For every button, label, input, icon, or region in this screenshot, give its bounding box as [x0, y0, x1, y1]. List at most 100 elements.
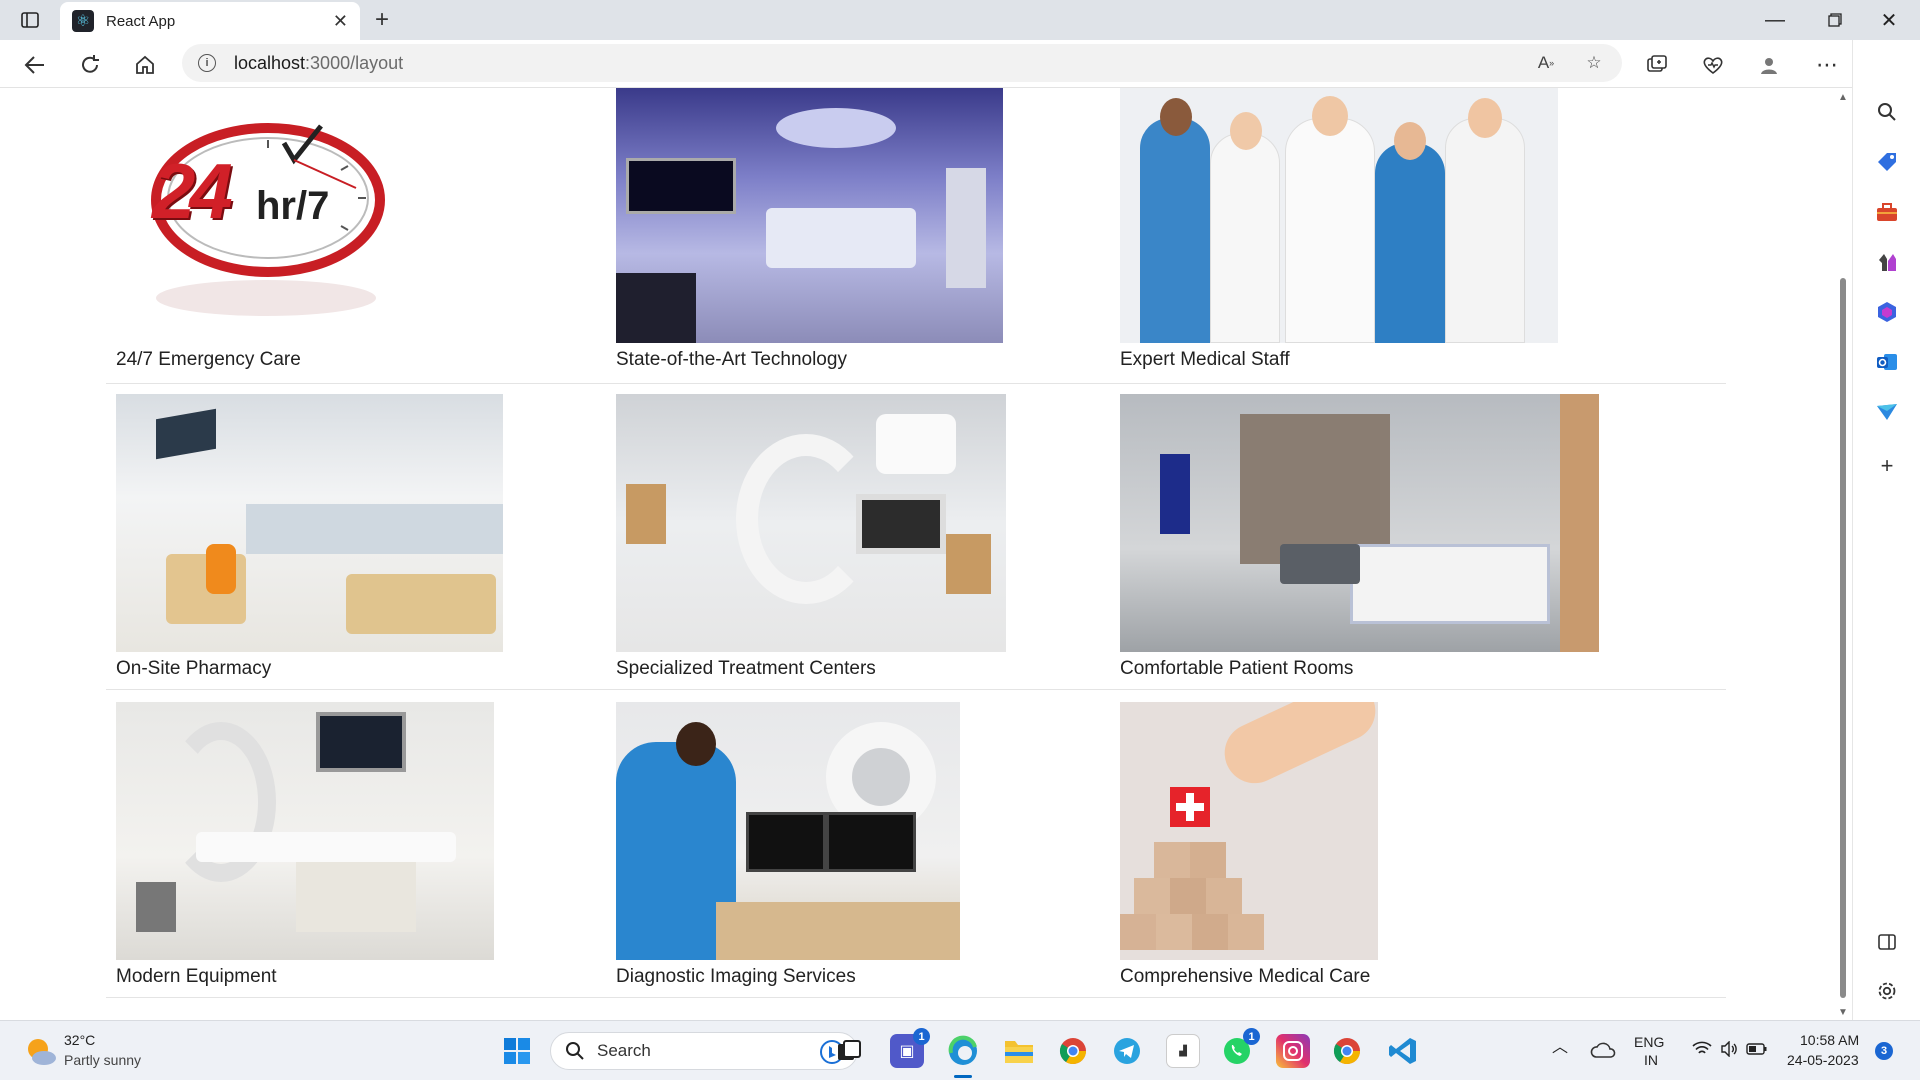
add-sidebar-app-icon[interactable]: + [1873, 452, 1901, 480]
logo-text-24: 24 [152, 147, 233, 235]
edge-browser-icon[interactable] [946, 1034, 980, 1078]
settings-more-icon[interactable]: ⋯ [1812, 50, 1842, 80]
address-bar[interactable]: i localhost:3000/layout A» ☆ [182, 44, 1622, 82]
feature-card: Modern Equipment [116, 702, 494, 988]
browser-essentials-icon[interactable] [1698, 50, 1728, 80]
search-label: Search [597, 1041, 651, 1060]
new-tab-button[interactable]: + [368, 6, 396, 34]
feature-caption: Expert Medical Staff [1120, 349, 1290, 370]
task-view-icon[interactable] [832, 1034, 866, 1068]
feature-card: Comfortable Patient Rooms [1120, 394, 1599, 680]
vscode-icon[interactable] [1386, 1034, 1420, 1068]
feature-card: Expert Medical Staff [1120, 88, 1558, 371]
pharmacy-waiting-area-photo [116, 394, 503, 652]
teams-badge: 1 [913, 1028, 930, 1045]
feature-caption: 24/7 Emergency Care [116, 349, 301, 370]
weather-desc: Partly sunny [64, 1052, 142, 1068]
outlook-icon[interactable] [1873, 348, 1901, 376]
close-window-icon[interactable]: ✕ [1866, 0, 1912, 40]
collections-icon[interactable] [1642, 50, 1672, 80]
feature-card: State-of-the-Art Technology [616, 88, 1003, 371]
feature-card: Diagnostic Imaging Services [616, 702, 960, 988]
telegram-icon[interactable] [1110, 1034, 1144, 1068]
feature-caption: Specialized Treatment Centers [616, 658, 876, 679]
url-host: localhost [234, 52, 306, 73]
refresh-icon[interactable] [75, 50, 105, 80]
clock-date[interactable]: 24-05-2023 [1787, 1051, 1859, 1069]
home-icon[interactable] [130, 50, 160, 80]
radiologist-ct-scanner-photo [616, 702, 960, 960]
profile-icon[interactable] [1754, 50, 1784, 80]
feature-caption: Comprehensive Medical Care [1120, 966, 1371, 987]
search-icon[interactable] [1873, 98, 1901, 126]
system-tray-icons[interactable] [1680, 1034, 1780, 1068]
cath-lab-equipment-photo [116, 702, 494, 960]
file-explorer-icon[interactable] [1002, 1034, 1036, 1068]
scroll-up-icon[interactable]: ▲ [1838, 92, 1848, 103]
angiography-suite-photo [616, 394, 1006, 652]
feature-row: Modern Equipment Diagnostic Imaging Serv… [106, 702, 1726, 998]
weather-partly-sunny-icon[interactable] [22, 1033, 58, 1069]
browser-tab-bar: ⚛ React App ✕ + — ✕ [0, 0, 1920, 40]
react-logo-icon: ⚛ [72, 10, 94, 32]
patient-room-photo [1120, 394, 1599, 652]
feature-caption: Comfortable Patient Rooms [1120, 658, 1354, 679]
clock-time[interactable]: 10:58 AM [1800, 1031, 1859, 1049]
feature-caption: Modern Equipment [116, 966, 277, 987]
add-favorite-icon[interactable]: ☆ [1580, 49, 1608, 77]
active-app-indicator [954, 1075, 972, 1078]
taskbar-search[interactable]: Search [550, 1032, 858, 1070]
tools-icon[interactable] [1873, 198, 1901, 226]
feature-card: Comprehensive Medical Care [1120, 702, 1378, 988]
microsoft-365-icon[interactable] [1873, 298, 1901, 326]
games-icon[interactable] [1873, 248, 1901, 276]
wifi-icon [1692, 1041, 1712, 1062]
restore-icon[interactable] [1812, 0, 1858, 40]
onedrive-sync-icon[interactable] [1586, 1034, 1620, 1068]
page-scrollbar[interactable]: ▲ ▼ [1836, 88, 1850, 1020]
notification-badge[interactable]: 3 [1875, 1042, 1893, 1060]
show-hidden-icons[interactable]: ︿ [1552, 1039, 1568, 1057]
feature-row: On-Site Pharmacy Specialized Treatment C… [106, 394, 1726, 690]
scroll-down-icon[interactable]: ▼ [1838, 1007, 1848, 1018]
operating-room-photo [616, 88, 1003, 343]
red-cross-wooden-blocks-photo [1120, 702, 1378, 960]
chrome-profile-icon[interactable] [1056, 1034, 1090, 1068]
language-bottom[interactable]: IN [1644, 1051, 1658, 1069]
language-top[interactable]: ENG [1634, 1033, 1664, 1051]
teams-chat-icon[interactable]: ▣ 1 [890, 1028, 930, 1068]
read-aloud-icon[interactable]: A» [1532, 49, 1560, 77]
red-cross-block [1170, 787, 1210, 827]
hide-sidebar-icon[interactable] [1873, 928, 1901, 956]
sidebar-settings-icon[interactable] [1873, 977, 1901, 1005]
windows-taskbar: 32°C Partly sunny Search ▣ 1 ▟ 1 ︿ ENG I… [0, 1020, 1920, 1080]
tab-actions-icon[interactable] [14, 0, 46, 40]
feature-card: On-Site Pharmacy [116, 394, 503, 680]
feature-caption: Diagnostic Imaging Services [616, 966, 856, 987]
app-store-icon[interactable]: ▟ [1166, 1034, 1200, 1068]
chrome-icon[interactable] [1330, 1034, 1364, 1068]
minimize-icon[interactable]: — [1752, 0, 1798, 40]
back-icon[interactable] [20, 50, 50, 80]
page-content: 24 hr/7 24/7 Emergency Care State-of-the… [0, 88, 1836, 1020]
site-info-icon[interactable]: i [198, 54, 216, 72]
feature-card: 24 hr/7 24/7 Emergency Care [116, 88, 416, 371]
shopping-tag-icon[interactable] [1873, 148, 1901, 176]
tab-title: React App [106, 12, 176, 30]
emergency-24-7-logo: 24 hr/7 [116, 88, 416, 343]
scrollbar-thumb[interactable] [1840, 278, 1846, 998]
volume-icon [1720, 1039, 1738, 1062]
browser-toolbar: i localhost:3000/layout A» ☆ ⋯ [0, 40, 1920, 88]
whatsapp-badge: 1 [1243, 1028, 1260, 1045]
doctors-thumbs-up-photo [1120, 88, 1558, 343]
close-tab-icon[interactable]: ✕ [333, 11, 348, 32]
whatsapp-icon[interactable]: 1 [1220, 1028, 1260, 1068]
instagram-icon[interactable] [1276, 1034, 1310, 1068]
search-icon [566, 1042, 584, 1060]
drop-send-icon[interactable] [1873, 398, 1901, 426]
logo-text-hr7: hr/7 [256, 184, 330, 228]
battery-icon [1746, 1042, 1768, 1061]
feature-caption: On-Site Pharmacy [116, 658, 272, 679]
tab-react-app[interactable]: ⚛ React App ✕ [60, 2, 360, 40]
windows-start-icon[interactable] [500, 1034, 534, 1068]
